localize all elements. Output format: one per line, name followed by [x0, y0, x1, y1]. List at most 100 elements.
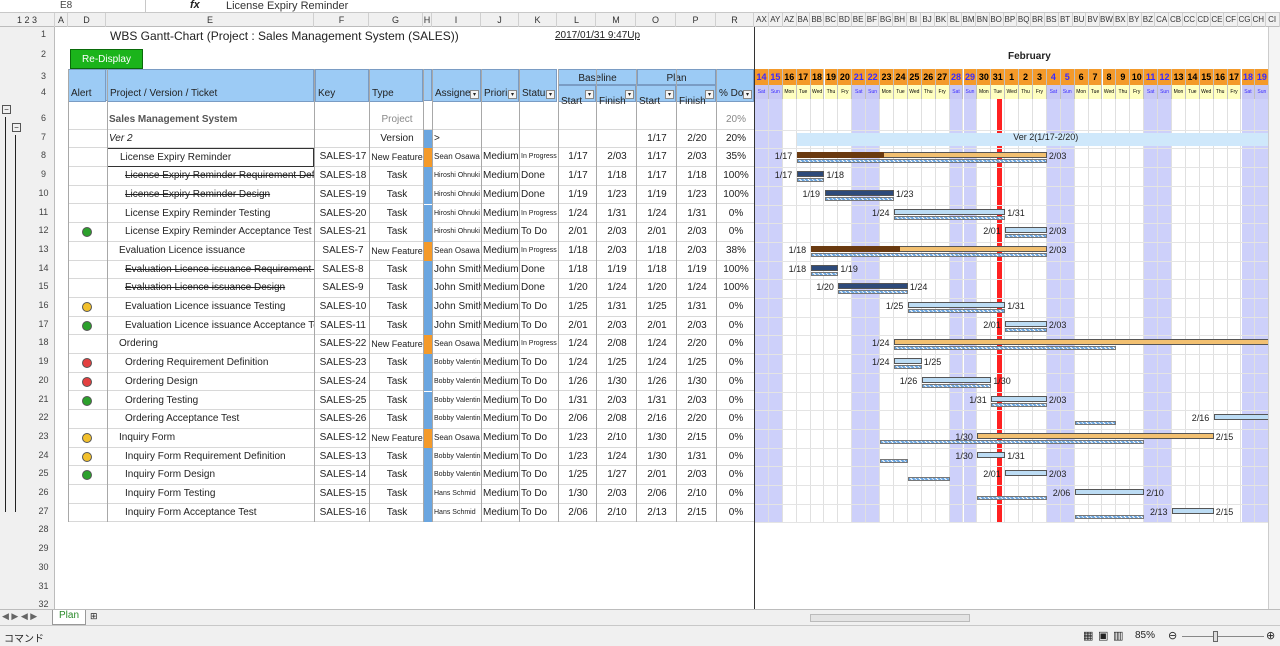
- column-letter[interactable]: O: [636, 13, 676, 27]
- table-row[interactable]: Ordering Testing SALES-25 Task Bobby Valent…: [68, 391, 754, 411]
- tab-plan[interactable]: Plan: [52, 610, 86, 625]
- collapse-icon[interactable]: −: [12, 123, 21, 132]
- task-name[interactable]: Evaluation Licence issuance: [107, 242, 314, 261]
- redisplay-button[interactable]: Re-Display: [70, 49, 143, 69]
- column-letter[interactable]: H: [423, 13, 432, 27]
- row-number[interactable]: 15: [32, 281, 55, 291]
- column-letter[interactable]: CD: [1197, 13, 1211, 27]
- zoom-slider-thumb[interactable]: [1213, 631, 1218, 642]
- row-number[interactable]: 16: [32, 300, 55, 310]
- table-row[interactable]: Evaluation Licence issuance Design SALES-…: [68, 279, 754, 298]
- task-name[interactable]: Sales Management System: [107, 111, 314, 130]
- table-row[interactable]: Sales Management System Project 20%: [68, 111, 754, 130]
- row-number[interactable]: 29: [32, 543, 55, 553]
- task-name[interactable]: License Expiry Reminder Design: [107, 186, 314, 205]
- row-number[interactable]: 11: [32, 207, 55, 217]
- filter-dropdown-icon[interactable]: ▾: [546, 90, 555, 99]
- task-name[interactable]: Evaluation Licence issuance Testing: [107, 298, 314, 317]
- row-number[interactable]: 9: [32, 169, 55, 179]
- column-letter[interactable]: AY: [769, 13, 783, 27]
- column-letter[interactable]: CG: [1238, 13, 1252, 27]
- column-letter[interactable]: BO: [990, 13, 1004, 27]
- row-number[interactable]: 10: [32, 188, 55, 198]
- row-number[interactable]: 27: [32, 506, 55, 516]
- row-number[interactable]: 24: [32, 450, 55, 460]
- column-letter[interactable]: BH: [893, 13, 907, 27]
- task-name[interactable]: Ordering Requirement Definition: [107, 354, 314, 373]
- row-number[interactable]: 31: [32, 581, 55, 591]
- column-letter[interactable]: BZ: [1141, 13, 1156, 27]
- task-name[interactable]: License Expiry Reminder Testing: [107, 205, 314, 224]
- table-row[interactable]: Evaluation Licence issuance Testing SALES…: [68, 298, 754, 317]
- formula-input[interactable]: License Expiry Reminder: [226, 0, 348, 12]
- column-letter[interactable]: CC: [1183, 13, 1197, 27]
- table-row[interactable]: Inquiry Form SALES-12 New Feature Sean Osaw…: [68, 428, 754, 448]
- column-letter[interactable]: A: [55, 13, 68, 27]
- column-letter[interactable]: BL: [948, 13, 963, 27]
- column-letter[interactable]: F: [315, 13, 369, 27]
- row-number[interactable]: 19: [32, 356, 55, 366]
- column-letter[interactable]: E: [107, 13, 314, 27]
- collapse-icon[interactable]: −: [2, 105, 11, 114]
- table-row[interactable]: Inquiry Form Design SALES-14 Task Bobby Val…: [68, 466, 754, 485]
- filter-dropdown-icon[interactable]: ▾: [625, 90, 634, 99]
- row-number[interactable]: 20: [32, 375, 55, 385]
- task-name[interactable]: Evaluation Licence issuance Requirement …: [107, 261, 314, 280]
- filter-dropdown-icon[interactable]: ▾: [743, 90, 752, 99]
- table-row[interactable]: Evaluation Licence issuance SALES-7 New Fe…: [68, 241, 754, 261]
- row-number[interactable]: 32: [32, 599, 55, 609]
- task-name[interactable]: Ordering Acceptance Test: [107, 410, 314, 429]
- filter-dropdown-icon[interactable]: ▾: [665, 90, 674, 99]
- table-row[interactable]: Ordering Acceptance Test SALES-26 Task Bobb…: [68, 410, 754, 429]
- column-letter[interactable]: BV: [1086, 13, 1101, 27]
- column-letter[interactable]: CA: [1155, 13, 1170, 27]
- filter-dropdown-icon[interactable]: ▾: [470, 90, 479, 99]
- filter-dropdown-icon[interactable]: ▾: [508, 90, 517, 99]
- function-icon[interactable]: fx: [190, 0, 200, 11]
- table-row[interactable]: License Expiry Reminder Requirement Defi…: [68, 167, 754, 186]
- column-letter[interactable]: BY: [1128, 13, 1142, 27]
- tab-nav-icon[interactable]: ◀ ▶ ◀ ▶: [2, 611, 37, 622]
- row-number[interactable]: 14: [32, 263, 55, 273]
- filter-dropdown-icon[interactable]: ▾: [585, 90, 594, 99]
- table-row[interactable]: Inquiry Form Testing SALES-15 Task Hans Sch…: [68, 485, 754, 504]
- table-row[interactable]: License Expiry Reminder Testing SALES-20 T…: [68, 204, 754, 224]
- new-sheet-icon[interactable]: ⊞: [90, 611, 98, 622]
- row-number[interactable]: 8: [32, 150, 55, 160]
- column-letter[interactable]: M: [597, 13, 636, 27]
- filter-dropdown-icon[interactable]: ▾: [705, 90, 714, 99]
- column-letter[interactable]: K: [519, 13, 557, 27]
- column-letter[interactable]: BG: [879, 13, 894, 27]
- table-row[interactable]: Ordering Requirement Definition SALES-23 T…: [68, 354, 754, 373]
- table-row[interactable]: License Expiry Reminder SALES-17 New Featu…: [68, 148, 754, 168]
- row-number[interactable]: 22: [32, 412, 55, 422]
- page-break-icon[interactable]: ▥: [1113, 629, 1123, 642]
- row-number[interactable]: 30: [32, 562, 55, 572]
- row-number[interactable]: 13: [32, 244, 55, 254]
- outline-level-buttons[interactable]: 1 2 3: [0, 13, 55, 27]
- row-number[interactable]: 2: [32, 49, 55, 59]
- column-letter[interactable]: BJ: [921, 13, 935, 27]
- table-row[interactable]: Ver 2 Version >1/17 2/20 20%: [68, 129, 754, 149]
- row-number[interactable]: 3: [32, 71, 55, 81]
- column-letter[interactable]: R: [716, 13, 754, 27]
- column-letter[interactable]: BE: [852, 13, 866, 27]
- table-row[interactable]: Evaluation Licence issuance Requirement …: [68, 260, 754, 280]
- column-letter[interactable]: BX: [1114, 13, 1128, 27]
- row-number[interactable]: 23: [32, 431, 55, 441]
- column-letter[interactable]: BA: [796, 13, 811, 27]
- table-row[interactable]: Ordering SALES-22 New Feature Sean Osawa Med…: [68, 335, 754, 355]
- table-row[interactable]: Ordering Design SALES-24 Task Bobby Valenti…: [68, 372, 754, 392]
- column-letter[interactable]: BB: [810, 13, 825, 27]
- task-name[interactable]: Inquiry Form: [107, 429, 314, 448]
- task-name[interactable]: Ver 2: [107, 130, 314, 149]
- column-letter[interactable]: BT: [1059, 13, 1073, 27]
- column-letter[interactable]: BC: [824, 13, 838, 27]
- column-letter[interactable]: CI: [1266, 13, 1280, 27]
- name-box[interactable]: E8: [0, 0, 146, 13]
- column-letter[interactable]: BS: [1045, 13, 1059, 27]
- column-letter[interactable]: CH: [1252, 13, 1266, 27]
- column-letter[interactable]: BW: [1100, 13, 1114, 27]
- column-letter[interactable]: CE: [1210, 13, 1225, 27]
- row-number[interactable]: 21: [32, 394, 55, 404]
